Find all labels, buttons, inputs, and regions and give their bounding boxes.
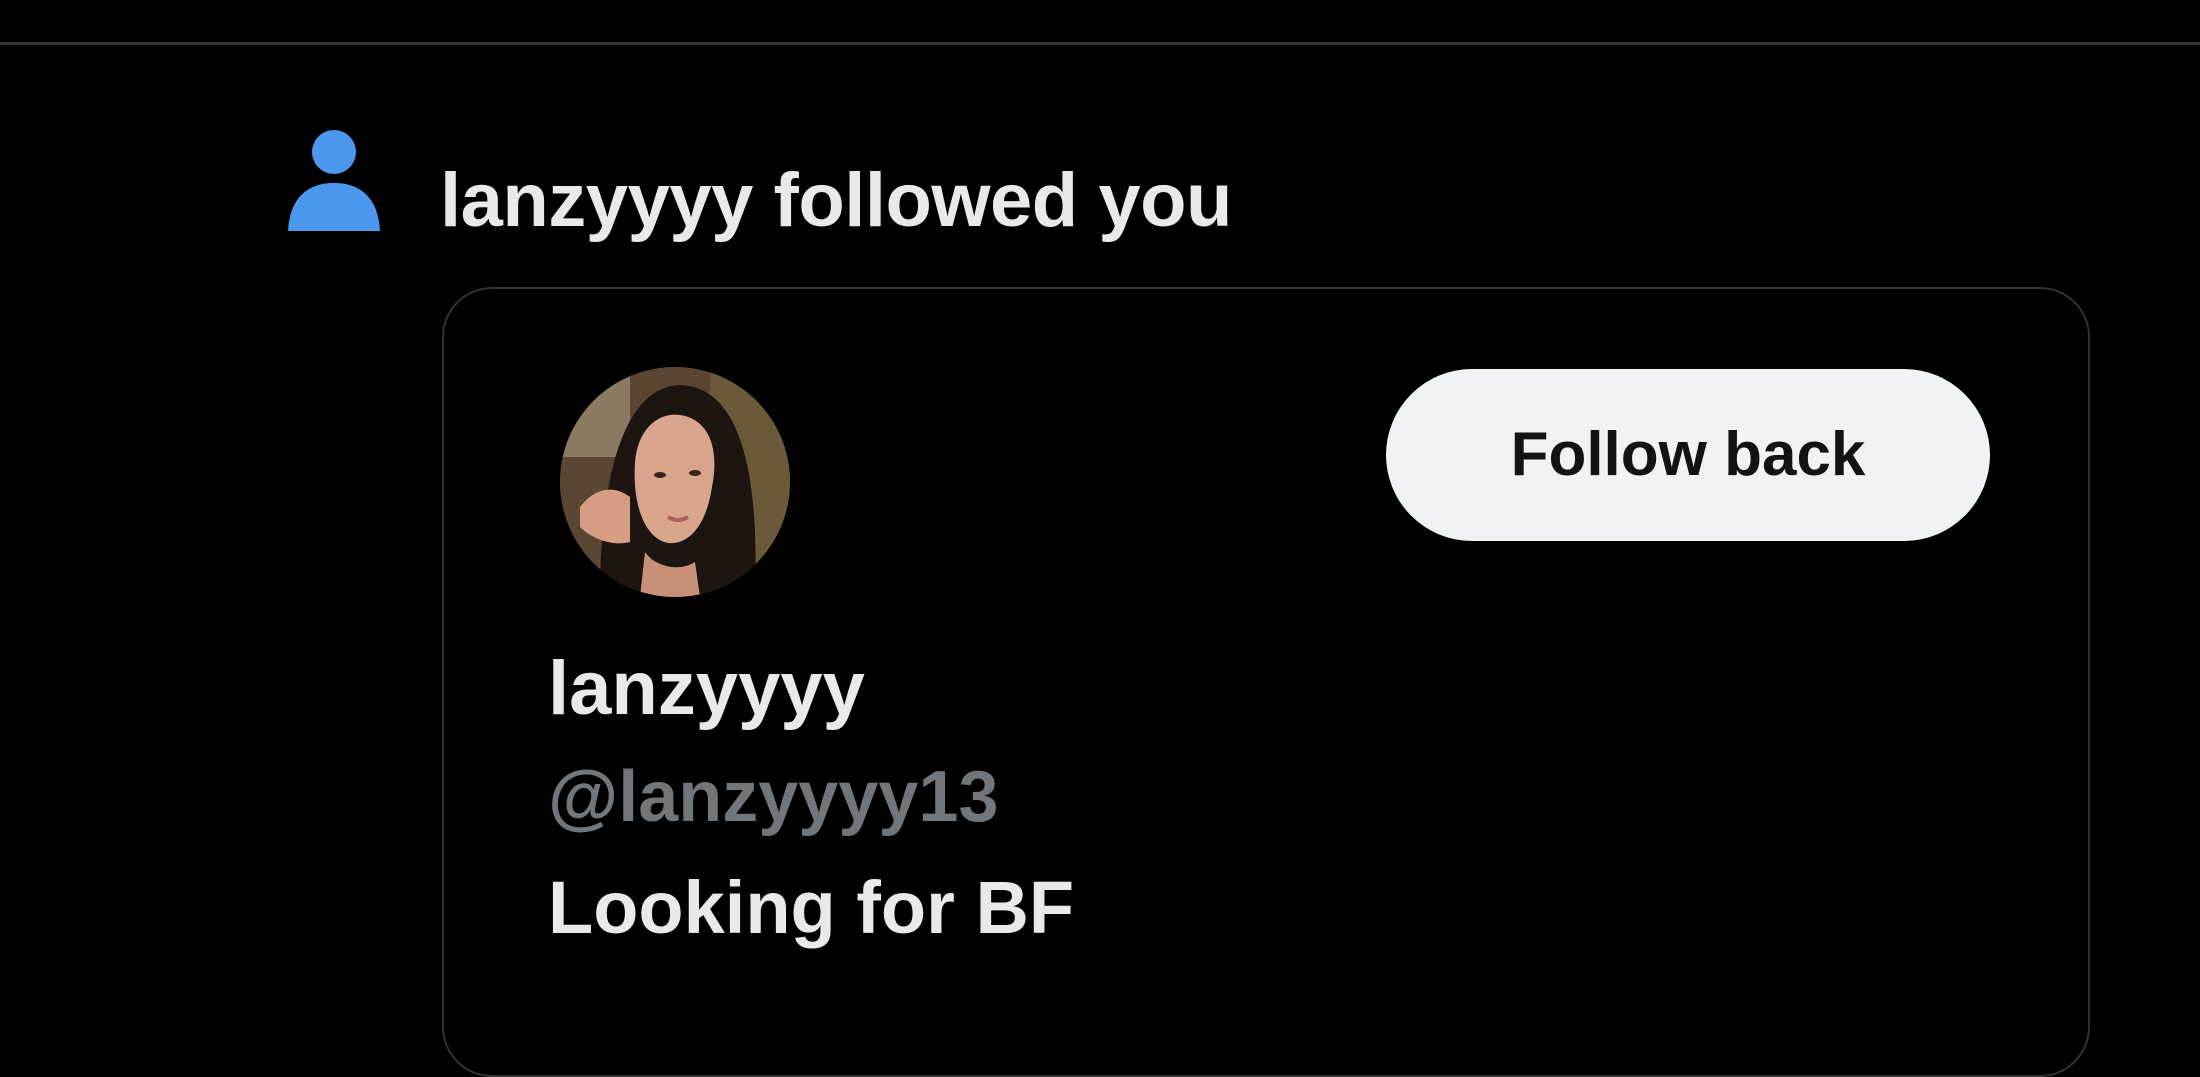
notification-headline: lanzyyyy followed you	[440, 155, 1232, 247]
follow-notification[interactable]: lanzyyyy followed you Follow back lanzyy…	[0, 45, 2200, 1077]
notification-action-text: followed you	[752, 158, 1233, 243]
follow-back-button[interactable]: Follow back	[1386, 369, 1990, 541]
display-name[interactable]: lanzyyyy	[548, 644, 865, 734]
person-icon	[286, 127, 382, 233]
user-card[interactable]: Follow back lanzyyyy @lanzyyyy13 Looking…	[442, 287, 2090, 1077]
avatar[interactable]	[560, 367, 790, 597]
user-bio: Looking for BF	[548, 866, 1075, 949]
actor-name-link[interactable]: lanzyyyy	[440, 158, 753, 243]
user-handle[interactable]: @lanzyyyy13	[548, 754, 999, 840]
